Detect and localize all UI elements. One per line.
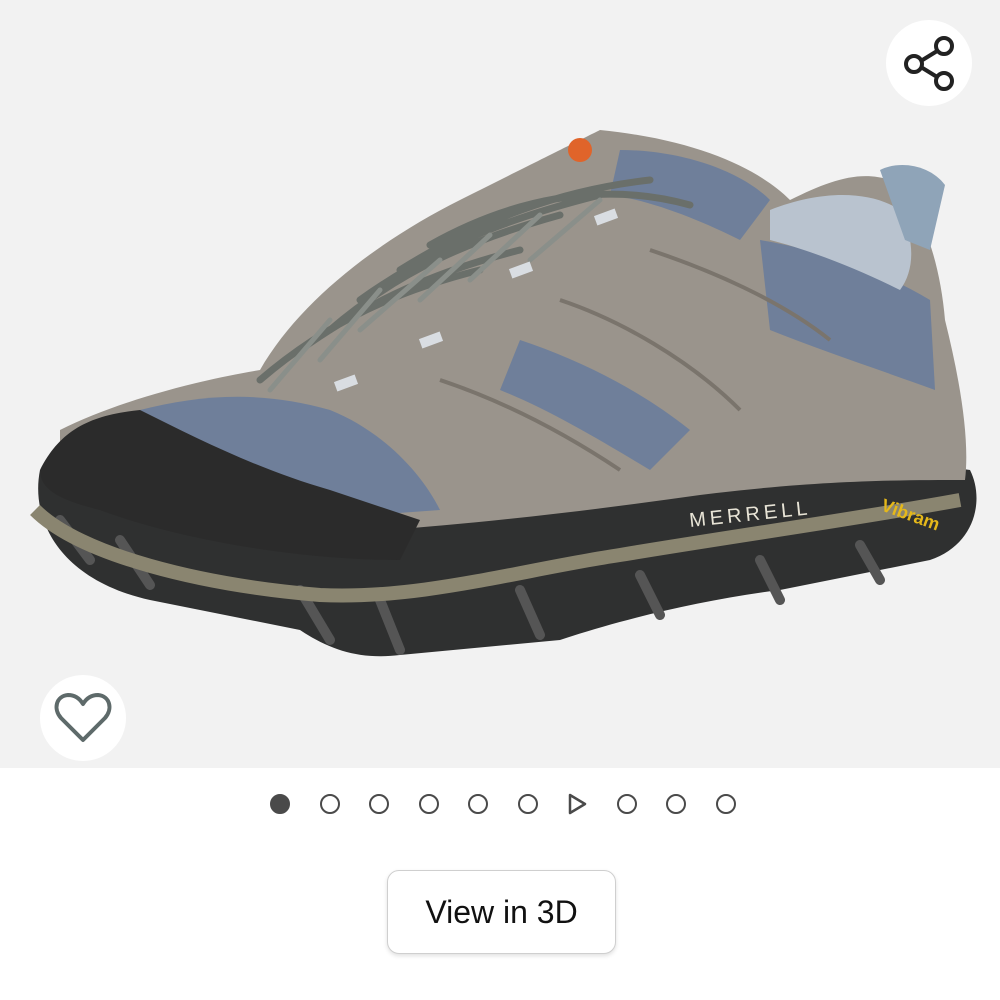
share-button[interactable] — [886, 20, 972, 106]
carousel-video-dot[interactable] — [565, 792, 589, 816]
carousel-dot[interactable] — [716, 794, 736, 814]
carousel-dot-active[interactable] — [270, 794, 290, 814]
shoe-logo-badge — [568, 138, 592, 162]
carousel-dot[interactable] — [518, 794, 538, 814]
wishlist-button[interactable] — [40, 675, 126, 761]
product-image[interactable]: MERRELL Vibram — [0, 0, 1000, 768]
product-image-viewer[interactable]: MERRELL Vibram — [0, 0, 1000, 768]
carousel-dot[interactable] — [369, 794, 389, 814]
carousel-dot[interactable] — [419, 794, 439, 814]
carousel-dot[interactable] — [617, 794, 637, 814]
carousel-indicator — [0, 790, 1000, 820]
carousel-dot[interactable] — [666, 794, 686, 814]
carousel-dot[interactable] — [320, 794, 340, 814]
heart-icon — [54, 693, 112, 742]
share-icon — [904, 36, 954, 91]
carousel-dot[interactable] — [468, 794, 488, 814]
view-in-3d-button[interactable]: View in 3D — [387, 870, 616, 954]
